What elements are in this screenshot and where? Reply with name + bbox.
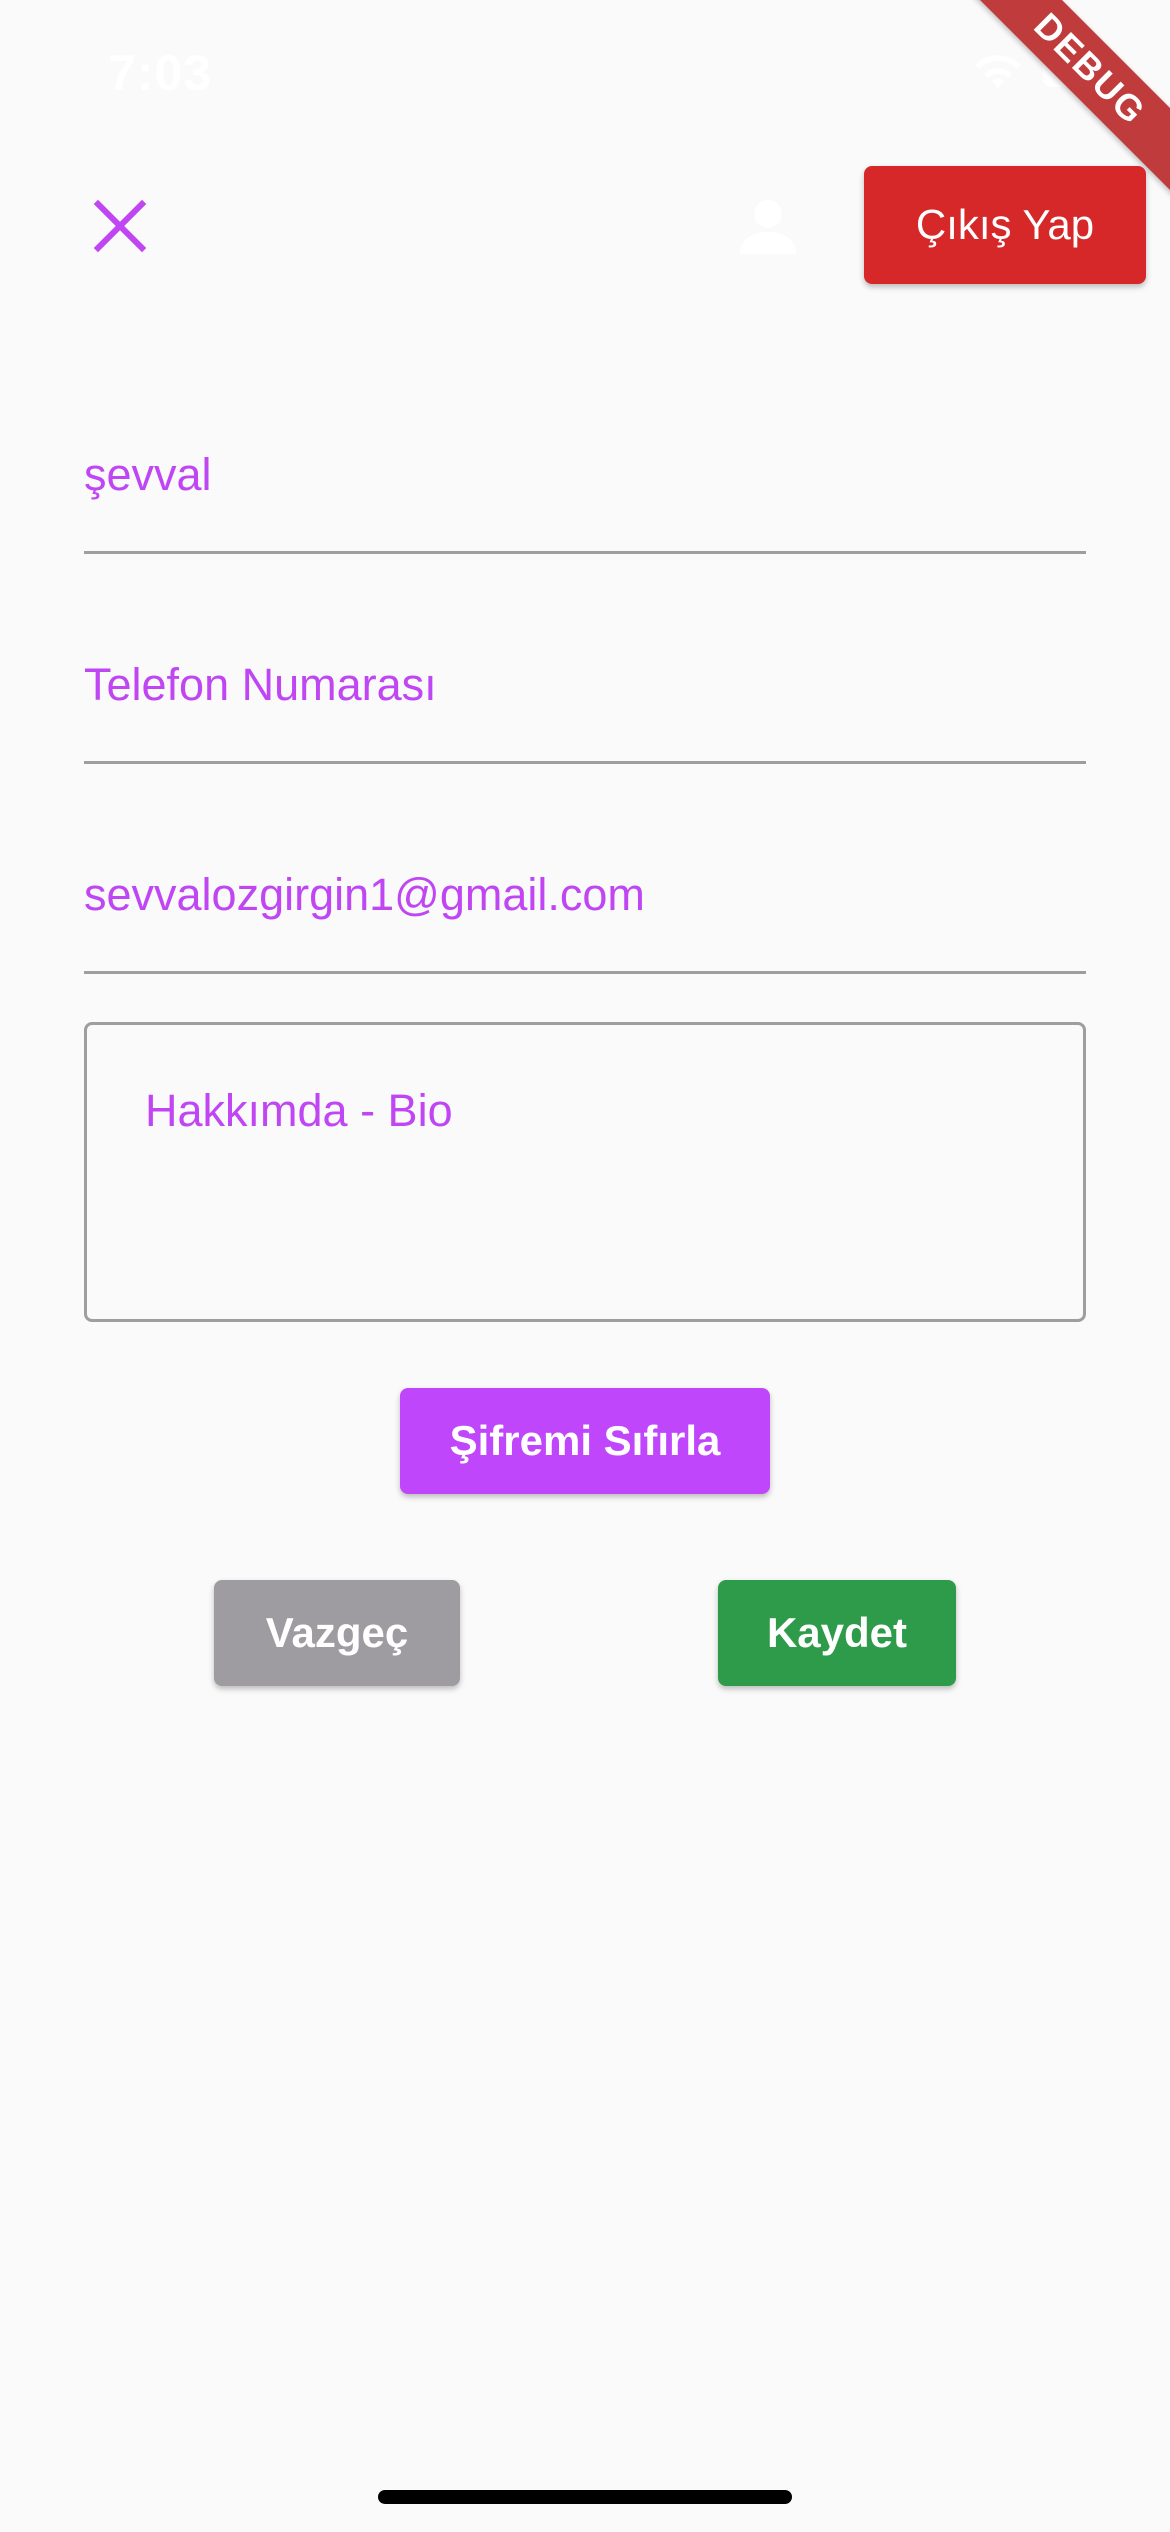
bio-textarea[interactable]: Hakkımda - Bio bbox=[84, 1022, 1086, 1322]
phone-field-placeholder: Telefon Numarası bbox=[84, 659, 437, 710]
status-time: 7:03 bbox=[108, 45, 213, 101]
reset-password-button[interactable]: Şifremi Sıfırla bbox=[400, 1388, 770, 1494]
status-bar: 7:03 bbox=[0, 0, 1170, 140]
email-field-value: sevvalozgirgin1@gmail.com bbox=[84, 869, 645, 920]
name-field-value: şevval bbox=[84, 449, 212, 500]
logout-button[interactable]: Çıkış Yap bbox=[864, 166, 1146, 284]
phone-field[interactable]: Telefon Numarası bbox=[84, 634, 1086, 764]
email-field[interactable]: sevvalozgirgin1@gmail.com bbox=[84, 844, 1086, 974]
cancel-button[interactable]: Vazgeç bbox=[214, 1580, 460, 1686]
name-field[interactable]: şevval bbox=[84, 424, 1086, 554]
close-icon[interactable] bbox=[88, 194, 152, 258]
wifi-icon bbox=[975, 55, 1021, 88]
person-icon[interactable] bbox=[734, 194, 802, 262]
save-button[interactable]: Kaydet bbox=[718, 1580, 956, 1686]
home-indicator[interactable] bbox=[378, 2490, 792, 2504]
bio-placeholder: Hakkımda - Bio bbox=[145, 1085, 453, 1136]
